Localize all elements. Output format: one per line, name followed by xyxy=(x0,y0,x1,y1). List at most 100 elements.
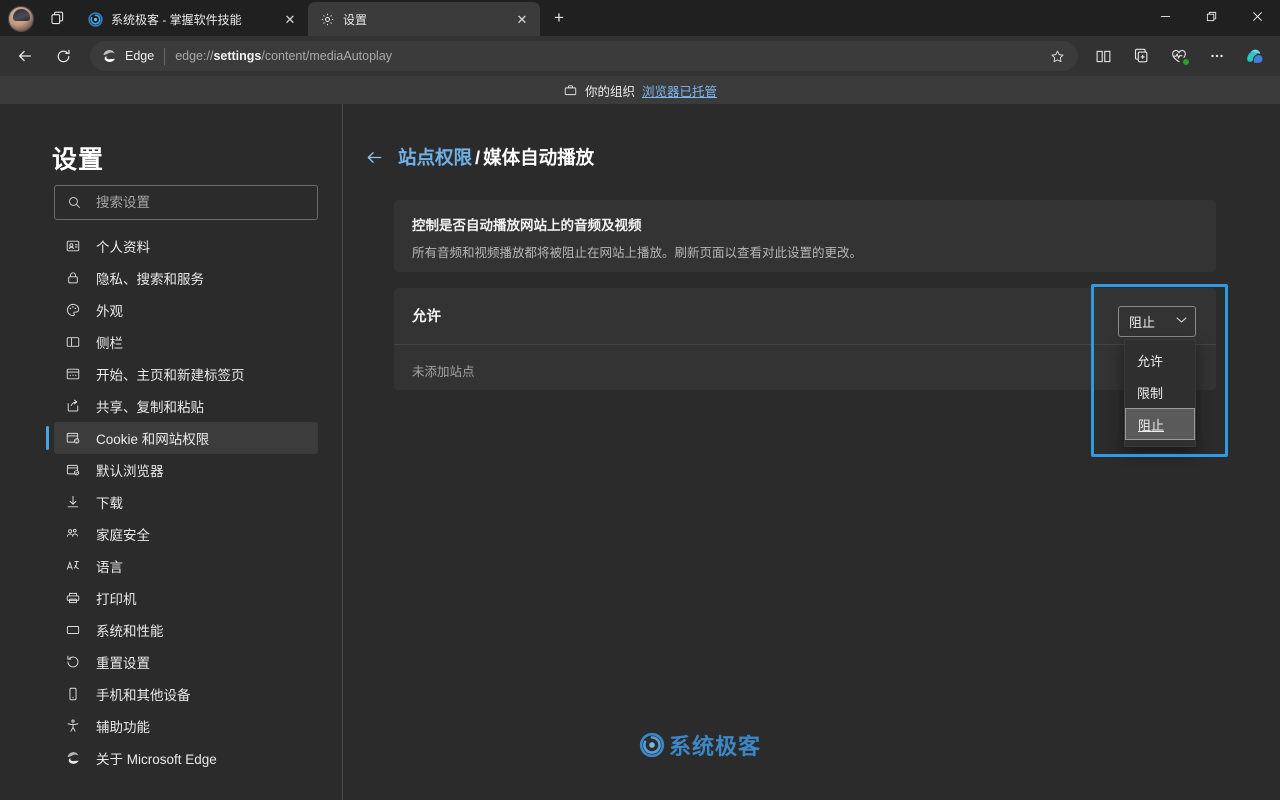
settings-page: 设置 个人资料 xyxy=(0,104,1280,800)
sidebar-item-label: 辅助功能 xyxy=(96,720,150,735)
setting-title: 控制是否自动播放网站上的音频及视频 xyxy=(412,218,642,233)
search-settings-box[interactable] xyxy=(54,185,318,220)
org-banner-link[interactable]: 浏览器已托管 xyxy=(642,81,717,100)
url-suffix: /content/mediaAutoplay xyxy=(261,49,393,63)
language-icon xyxy=(64,557,82,575)
tab-bar: 系统极客 - 掌握软件技能 ✕ 设置 ✕ + xyxy=(0,0,1280,36)
sidebar-item-label: 手机和其他设备 xyxy=(96,688,191,703)
sidebar-item-label: 开始、主页和新建标签页 xyxy=(96,368,245,383)
search-icon xyxy=(67,195,82,210)
star-icon[interactable] xyxy=(1042,43,1072,69)
home-page-icon xyxy=(64,365,82,383)
back-arrow-icon[interactable] xyxy=(9,40,41,72)
more-options-icon[interactable] xyxy=(1201,40,1233,72)
sidebar-item-cookies-permissions[interactable]: Cookie 和网站权限 xyxy=(46,422,318,454)
dropdown-option-label: 限制 xyxy=(1137,385,1164,401)
sidebar-item-appearance[interactable]: 外观 xyxy=(54,294,318,326)
dropdown-option-label: 允许 xyxy=(1137,353,1164,369)
dropdown-option-block[interactable]: 阻止 xyxy=(1125,408,1195,440)
sidebar-item-about-edge[interactable]: 关于 Microsoft Edge xyxy=(54,742,318,774)
sidebar-item-sidebar[interactable]: 侧栏 xyxy=(54,326,318,358)
download-icon xyxy=(64,493,82,511)
autoplay-select[interactable]: 阻止 xyxy=(1118,306,1196,337)
collections-icon[interactable] xyxy=(1125,40,1157,72)
sidebar-item-label: 外观 xyxy=(96,304,123,319)
gear-icon xyxy=(319,11,335,27)
edge-label: Edge xyxy=(125,49,155,63)
browser-essentials-icon[interactable] xyxy=(1163,40,1195,72)
autoplay-select-value: 阻止 xyxy=(1129,315,1156,330)
navigation-toolbar: Edge edge://settings/content/mediaAutopl… xyxy=(0,36,1280,76)
settings-content: 站点权限 / 媒体自动播放 控制是否自动播放网站上的音频及视频 所有音频和视频播放都… xyxy=(343,104,1280,800)
swirl-logo-icon xyxy=(87,11,103,27)
tab-search-icon[interactable] xyxy=(42,3,72,33)
new-tab-button[interactable]: + xyxy=(544,3,574,33)
watermark: 系统极客 xyxy=(639,729,761,761)
sidebar-item-share[interactable]: 共享、复制和粘贴 xyxy=(54,390,318,422)
sidebar-item-label: 侧栏 xyxy=(96,336,123,351)
family-safety-icon xyxy=(64,525,82,543)
lock-icon xyxy=(64,269,82,287)
restore-button[interactable] xyxy=(1188,0,1234,32)
tab-inactive[interactable]: 系统极客 - 掌握软件技能 ✕ xyxy=(76,2,308,36)
breadcrumb: 站点权限 / 媒体自动播放 xyxy=(365,144,594,170)
sidebar-item-label: 共享、复制和粘贴 xyxy=(96,400,204,415)
sidebar-item-label: 隐私、搜索和服务 xyxy=(96,272,204,287)
profile-avatar[interactable] xyxy=(8,6,34,32)
sidebar-item-label: Cookie 和网站权限 xyxy=(96,432,210,447)
tab-title: 系统极客 - 掌握软件技能 xyxy=(111,12,242,27)
breadcrumb-current: 媒体自动播放 xyxy=(483,147,595,168)
org-banner-text: 你的组织 xyxy=(584,84,635,99)
sidebar-item-profile[interactable]: 个人资料 xyxy=(54,230,318,262)
dropdown-option-allow[interactable]: 允许 xyxy=(1125,344,1195,376)
search-input[interactable] xyxy=(96,195,305,210)
edge-logo-icon xyxy=(100,47,118,65)
tab-close-icon[interactable]: ✕ xyxy=(280,9,300,29)
org-managed-banner: 你的组织 浏览器已托管 xyxy=(0,76,1280,104)
sidebar-item-privacy[interactable]: 隐私、搜索和服务 xyxy=(54,262,318,294)
sidebar-item-system[interactable]: 系统和性能 xyxy=(54,614,318,646)
split-screen-icon[interactable] xyxy=(1087,40,1119,72)
sidebar-item-startpage[interactable]: 开始、主页和新建标签页 xyxy=(54,358,318,390)
sidebar-item-phone-devices[interactable]: 手机和其他设备 xyxy=(54,678,318,710)
watermark-text: 系统极客 xyxy=(669,734,762,759)
breadcrumb-text: 站点权限 / 媒体自动播放 xyxy=(398,144,594,170)
sidebar-item-printers[interactable]: 打印机 xyxy=(54,582,318,614)
settings-nav-list: 个人资料 隐私、搜索和服务 外观 侧栏 开始、主页和新建标签页 共享、复制和粘贴… xyxy=(46,230,318,774)
address-bar[interactable]: Edge edge://settings/content/mediaAutopl… xyxy=(90,41,1078,71)
share-icon xyxy=(64,397,82,415)
cookie-permissions-icon xyxy=(64,429,82,447)
tab-title: 设置 xyxy=(343,12,368,27)
sidebar-item-default-browser[interactable]: 默认浏览器 xyxy=(54,454,318,486)
phone-icon xyxy=(64,685,82,703)
minimize-button[interactable] xyxy=(1142,0,1188,32)
autoplay-setting-card: 控制是否自动播放网站上的音频及视频 所有音频和视频播放都将被阻止在网站上播放。刷… xyxy=(394,200,1216,272)
url-bold: settings xyxy=(213,49,262,63)
tab-active[interactable]: 设置 ✕ xyxy=(308,2,540,36)
sidebar-item-reset[interactable]: 重置设置 xyxy=(54,646,318,678)
close-button[interactable] xyxy=(1234,0,1280,32)
edge-logo-icon xyxy=(64,749,82,767)
sidebar-item-label: 家庭安全 xyxy=(96,528,150,543)
chevron-down-icon xyxy=(1176,316,1187,327)
refresh-icon[interactable] xyxy=(47,40,79,72)
sidebar-item-languages[interactable]: 语言 xyxy=(54,550,318,582)
tab-close-icon[interactable]: ✕ xyxy=(512,9,532,29)
sidebar-item-label: 下载 xyxy=(96,496,123,511)
copilot-icon[interactable] xyxy=(1239,40,1271,72)
sidebar-item-label: 打印机 xyxy=(96,592,137,607)
sidebar-item-label: 系统和性能 xyxy=(96,624,164,639)
sidebar-item-accessibility[interactable]: 辅助功能 xyxy=(54,710,318,742)
status-indicator-dot xyxy=(1182,58,1190,66)
sidebar-item-downloads[interactable]: 下载 xyxy=(54,486,318,518)
autoplay-dropdown-menu: 允许 限制 阻止 xyxy=(1124,339,1196,447)
back-arrow-icon[interactable] xyxy=(365,148,384,167)
breadcrumb-parent-link[interactable]: 站点权限 xyxy=(398,147,472,168)
settings-sidebar: 设置 个人资料 xyxy=(0,104,343,800)
sidebar-item-family-safety[interactable]: 家庭安全 xyxy=(54,518,318,550)
dropdown-option-limit[interactable]: 限制 xyxy=(1125,376,1195,408)
window-controls xyxy=(1142,0,1280,36)
reset-icon xyxy=(64,653,82,671)
page-title: 设置 xyxy=(52,146,105,174)
accessibility-icon xyxy=(64,717,82,735)
